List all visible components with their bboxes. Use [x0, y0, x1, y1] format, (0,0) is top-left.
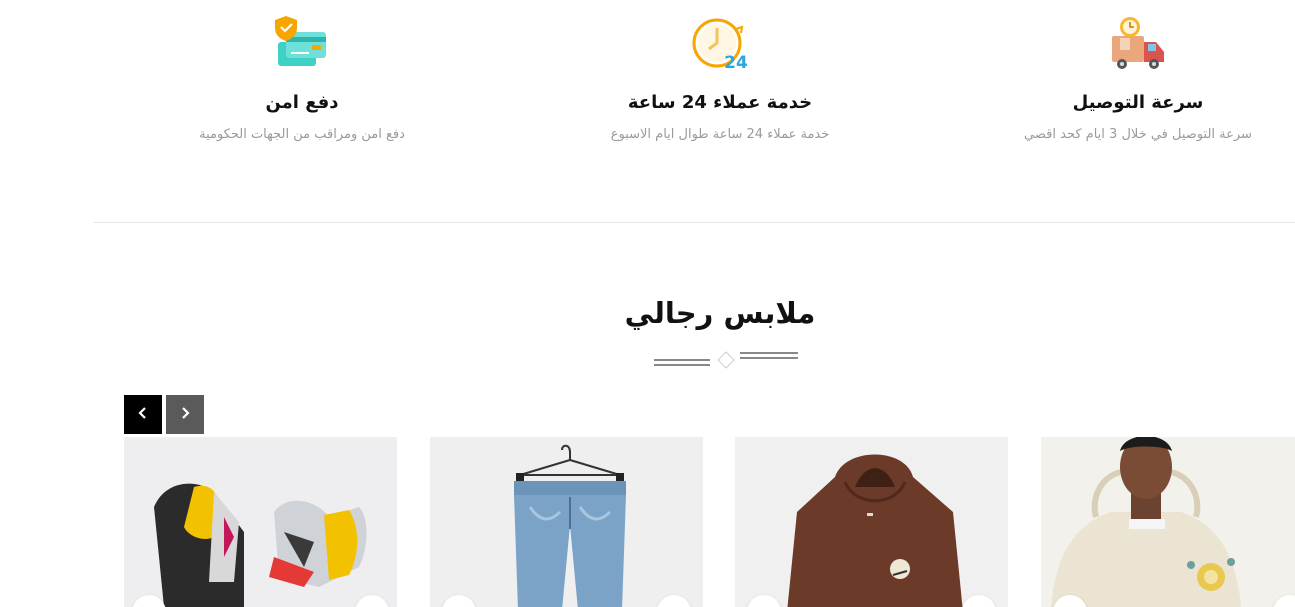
- section-divider: [93, 222, 1295, 223]
- product-card-hoodie-cream[interactable]: [1041, 437, 1295, 607]
- feature-title: خدمة عملاء 24 ساعة: [627, 92, 813, 113]
- chevron-right-icon: [179, 405, 191, 424]
- feature-delivery: سرعة التوصيل سرعة التوصيل في خلال 3 ايام…: [958, 0, 1295, 142]
- product-card-hoodie-brown[interactable]: [735, 437, 1008, 607]
- feature-payment: دفع امن دفع امن ومراقب من الجهات الحكومي…: [122, 0, 482, 142]
- feature-description: سرعة التوصيل في خلال 3 ايام كحد اقصي: [1024, 127, 1252, 142]
- product-card-jeans[interactable]: [430, 437, 703, 607]
- section-title: ملابس رجالي: [624, 296, 816, 330]
- feature-title: سرعة التوصيل: [1072, 92, 1204, 113]
- feature-support: 24 خدمة عملاء 24 ساعة خدمة عملاء 24 ساعة…: [540, 0, 900, 142]
- carousel-next-button[interactable]: [166, 395, 204, 434]
- carousel-prev-button[interactable]: [124, 395, 162, 434]
- product-image: [787, 454, 963, 607]
- feature-description: دفع امن ومراقب من الجهات الحكومية: [199, 127, 405, 142]
- feature-description: خدمة عملاء 24 ساعة طوال ايام الاسبوع: [610, 127, 830, 142]
- support-24-badge: 24: [724, 53, 748, 73]
- chevron-left-icon: [137, 405, 149, 424]
- secure-payment-icon: [272, 14, 332, 74]
- support-24-icon: 24: [690, 14, 750, 74]
- product-image: [154, 483, 367, 607]
- product-image: [1051, 437, 1241, 607]
- delivery-truck-icon: [1108, 14, 1168, 74]
- title-ornament: [654, 351, 798, 369]
- product-image: [514, 444, 626, 607]
- product-card-sneakers[interactable]: [124, 437, 397, 607]
- feature-title: دفع امن: [265, 92, 339, 113]
